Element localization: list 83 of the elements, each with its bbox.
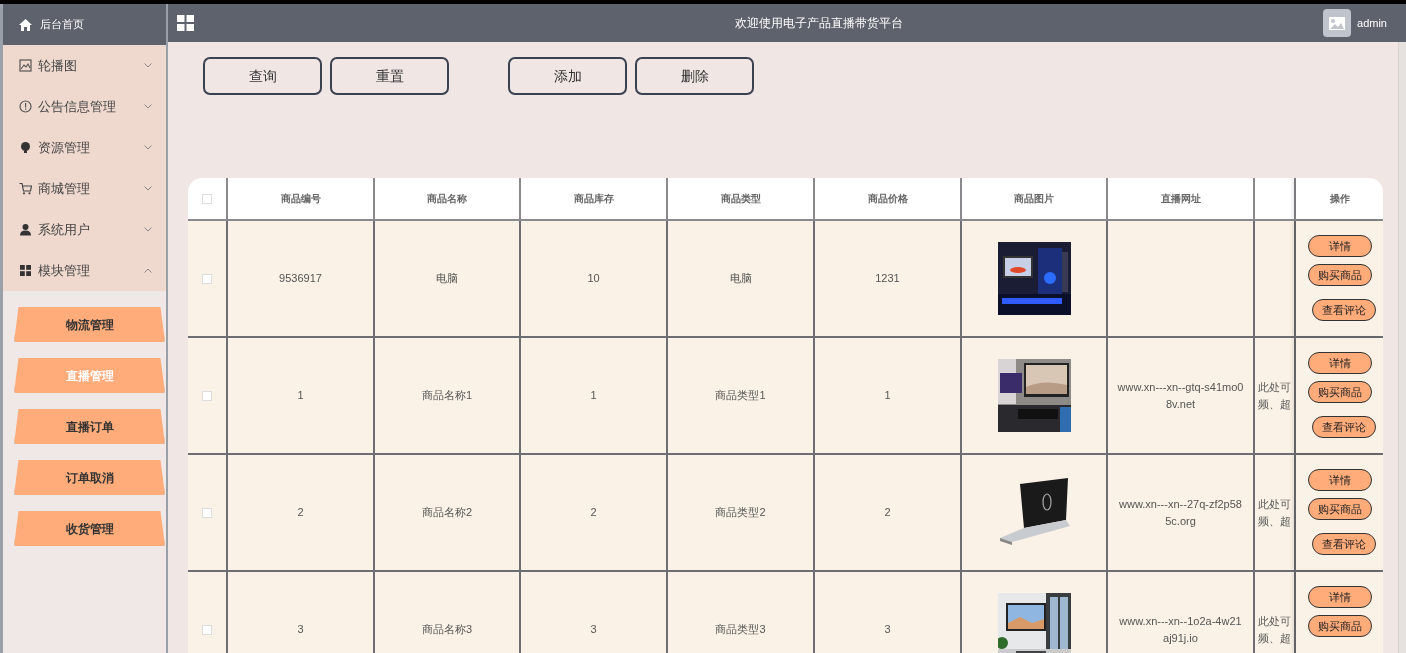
table-cell-text: 2: [297, 505, 304, 521]
table-cell-text: 商品类型3: [715, 622, 766, 638]
menu-item[interactable]: 资源管理: [3, 127, 166, 168]
chevron-up-icon: [144, 268, 152, 273]
user-name[interactable]: admin: [1357, 14, 1387, 32]
toolbar-button[interactable]: 删除: [635, 57, 754, 95]
checkbox[interactable]: [202, 273, 212, 284]
menu-item[interactable]: 商城管理: [3, 168, 166, 209]
table-cell-text: 此处可频、超: [1258, 379, 1291, 412]
chevron-down-icon: [144, 145, 152, 150]
action-button[interactable]: 详情: [1307, 586, 1372, 608]
column-header: 商品价格: [867, 192, 908, 206]
grid-icon: [19, 264, 32, 277]
column-header: 商品类型: [720, 192, 761, 206]
action-button[interactable]: 购买商品: [1307, 498, 1372, 520]
home-icon: [19, 18, 32, 31]
action-button[interactable]: 购买商品: [1307, 615, 1372, 637]
user-icon: [19, 223, 32, 236]
column-header: 直播网址: [1160, 192, 1201, 206]
link[interactable]: www.xn---xn--gtq-s41mo08v.net: [1116, 378, 1245, 413]
table-cell-text: 此处可频、超: [1258, 613, 1291, 646]
submenu-item[interactable]: 收货管理: [14, 511, 165, 546]
info-icon: [19, 100, 32, 113]
sidebar-header[interactable]: 后台首页: [3, 4, 166, 45]
toolbar-button[interactable]: 查询: [203, 57, 322, 95]
cart-icon: [19, 182, 32, 195]
menu-item[interactable]: 轮播图: [3, 45, 166, 86]
column-header: 商品图片: [1014, 192, 1054, 206]
table-cell-text: 3: [297, 622, 304, 638]
table-cell-text: 1: [590, 388, 597, 404]
action-button[interactable]: 查看评论: [1311, 416, 1376, 438]
toolbar-button[interactable]: 重置: [330, 57, 449, 95]
chevron-down-icon: [144, 104, 152, 109]
image-icon: [19, 59, 32, 72]
submenu-item[interactable]: 订单取消: [14, 460, 165, 495]
table-cell-text: 1: [297, 388, 304, 404]
checkbox[interactable]: [202, 624, 212, 635]
scrollbar[interactable]: [1398, 42, 1406, 653]
action-button[interactable]: 详情: [1307, 352, 1372, 374]
avatar-icon[interactable]: [1323, 9, 1352, 37]
table-cell-text: 商品名称2: [421, 505, 473, 521]
submenu-item[interactable]: 直播订单: [14, 409, 165, 444]
table-cell-text: 3: [884, 622, 891, 638]
menu-item[interactable]: 公告信息管理: [3, 86, 166, 127]
chevron-down-icon: [144, 227, 152, 232]
chevron-down-icon: [144, 186, 152, 191]
column-header: 商品库存: [573, 192, 614, 206]
action-button[interactable]: 查看评论: [1311, 299, 1376, 321]
table-cell-text: 商品类型2: [715, 505, 766, 521]
column-header: 商品编号: [280, 192, 321, 206]
table-cell-text: 3: [590, 622, 597, 638]
table-cell-text: 商品类型1: [715, 388, 766, 404]
table-cell-text: 1231: [875, 271, 900, 287]
chevron-down-icon: [144, 63, 152, 68]
link[interactable]: www.xn---xn--27q-zf2p585c.org: [1116, 495, 1245, 530]
table-cell-text: 电脑: [729, 271, 752, 287]
table-cell-text: 10: [587, 271, 600, 287]
table-cell-text: 商品名称3: [421, 622, 473, 638]
action-button[interactable]: 查看评论: [1311, 533, 1376, 555]
action-button[interactable]: 详情: [1307, 469, 1372, 491]
table-cell-text: 2: [590, 505, 597, 521]
link[interactable]: www.xn---xn--1o2a-4w21aj91j.io: [1116, 612, 1245, 647]
table-cell-text: 2: [884, 505, 891, 521]
column-header: 操作: [1329, 192, 1350, 206]
table-cell-text: 商品名称1: [421, 388, 473, 404]
checkbox[interactable]: [202, 193, 212, 204]
checkbox[interactable]: [202, 507, 212, 518]
action-button[interactable]: 购买商品: [1307, 264, 1372, 286]
table-cell-text: 此处可频、超: [1258, 496, 1291, 529]
toolbar-button[interactable]: 添加: [508, 57, 627, 95]
menu-item[interactable]: 系统用户: [3, 209, 166, 250]
header-title: 欢迎使用电子产品直播带货平台: [734, 15, 903, 32]
checkbox[interactable]: [202, 390, 212, 401]
table-cell-text: 1: [884, 388, 891, 404]
menu-item[interactable]: 模块管理: [3, 250, 166, 291]
table-cell-text: 9536917: [279, 271, 322, 287]
bulb-icon: [19, 141, 32, 154]
action-button[interactable]: 详情: [1307, 235, 1372, 257]
grid-icon[interactable]: [177, 15, 194, 31]
column-header: 商品名称: [427, 192, 467, 206]
action-button[interactable]: 购买商品: [1307, 381, 1372, 403]
submenu-item[interactable]: 物流管理: [14, 307, 165, 342]
table-cell-text: 电脑: [436, 271, 458, 287]
